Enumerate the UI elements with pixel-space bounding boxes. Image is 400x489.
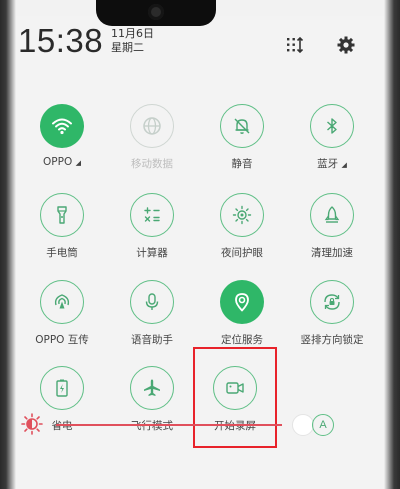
tile-mute[interactable]: 静音 bbox=[202, 104, 282, 171]
mute-toggle[interactable] bbox=[220, 104, 264, 148]
tile-calculator[interactable]: 计算器 bbox=[112, 193, 192, 260]
expand-triangle-icon[interactable]: ◢ bbox=[341, 161, 346, 169]
brightness-slider[interactable] bbox=[56, 424, 282, 426]
tile-label-voice-assistant: 语音助手 bbox=[131, 334, 173, 346]
tile-wifi[interactable]: OPPO ◢ bbox=[22, 104, 102, 168]
tile-airplane[interactable]: 飞行模式 bbox=[112, 366, 192, 433]
tile-label-rotation-lock: 竖排方向锁定 bbox=[300, 334, 364, 346]
date-day: 11月6日 bbox=[111, 27, 154, 40]
brightness-slider-thumb[interactable] bbox=[292, 414, 314, 436]
microphone-icon bbox=[145, 293, 159, 310]
date-weekday: 星期二 bbox=[111, 41, 144, 54]
airplane-icon bbox=[144, 379, 160, 396]
clock-time: 15:38 bbox=[18, 22, 104, 59]
share-signal-icon bbox=[54, 294, 70, 309]
tile-label-location: 定位服务 bbox=[221, 334, 263, 346]
voice-assistant-toggle[interactable] bbox=[130, 280, 174, 324]
tile-mobile-data[interactable]: 移动数据 bbox=[112, 104, 192, 171]
bell-off-icon bbox=[234, 118, 250, 134]
gear-icon[interactable] bbox=[335, 34, 357, 56]
auto-brightness-button[interactable]: A bbox=[312, 414, 334, 436]
highlight-box bbox=[193, 347, 277, 448]
expand-triangle-icon[interactable]: ◢ bbox=[76, 159, 81, 167]
mobile-data-toggle[interactable] bbox=[130, 104, 174, 148]
rotation-lock-toggle[interactable] bbox=[310, 280, 354, 324]
eye-comfort-icon bbox=[232, 205, 252, 225]
brightness-icon bbox=[20, 412, 44, 436]
tile-label-clean: 清理加速 bbox=[311, 247, 353, 259]
date-display: 11月6日 星期二 bbox=[111, 27, 154, 55]
tile-bluetooth[interactable]: 蓝牙 ◢ bbox=[292, 104, 372, 171]
tile-label-mobile-data: 移动数据 bbox=[131, 158, 173, 170]
wifi-toggle[interactable] bbox=[40, 104, 84, 148]
tile-oppo-share[interactable]: OPPO 互传 bbox=[22, 280, 102, 347]
tile-label-flashlight: 手电筒 bbox=[46, 247, 78, 259]
grid-edit-icon[interactable] bbox=[284, 34, 306, 56]
tile-label-mute: 静音 bbox=[231, 158, 253, 170]
flashlight-toggle[interactable] bbox=[40, 193, 84, 237]
tile-label-oppo-share: OPPO 互传 bbox=[35, 334, 89, 346]
night-mode-toggle[interactable] bbox=[220, 193, 264, 237]
power-saver-toggle[interactable] bbox=[40, 366, 84, 410]
tile-label-bluetooth: 蓝牙 bbox=[317, 158, 339, 170]
tile-location[interactable]: 定位服务 bbox=[202, 280, 282, 347]
location-pin-icon bbox=[235, 293, 249, 312]
tile-label-night-mode: 夜间护眼 bbox=[221, 247, 263, 259]
globe-icon bbox=[143, 117, 161, 135]
oppo-share-toggle[interactable] bbox=[40, 280, 84, 324]
flashlight-icon bbox=[57, 206, 67, 224]
bluetooth-icon bbox=[327, 118, 337, 134]
wifi-icon bbox=[52, 118, 72, 135]
bluetooth-toggle[interactable] bbox=[310, 104, 354, 148]
tile-label-calculator: 计算器 bbox=[136, 247, 168, 259]
tile-voice-assistant[interactable]: 语音助手 bbox=[112, 280, 192, 347]
phone-screen: 15:38 11月6日 星期二 OPPO ◢ 移动数据 静音 蓝牙 ◢ 手电筒 … bbox=[0, 0, 400, 489]
rocket-icon bbox=[324, 206, 340, 223]
calculator-icon bbox=[144, 207, 160, 222]
location-toggle[interactable] bbox=[220, 280, 264, 324]
clean-toggle[interactable] bbox=[310, 193, 354, 237]
tile-label-wifi: OPPO bbox=[43, 156, 73, 168]
calculator-toggle[interactable] bbox=[130, 193, 174, 237]
tile-night-mode[interactable]: 夜间护眼 bbox=[202, 193, 282, 260]
airplane-toggle[interactable] bbox=[130, 366, 174, 410]
battery-icon bbox=[56, 379, 68, 397]
tile-flashlight[interactable]: 手电筒 bbox=[22, 193, 102, 260]
tile-clean[interactable]: 清理加速 bbox=[292, 193, 372, 260]
front-camera bbox=[148, 4, 164, 20]
tile-rotation-lock[interactable]: 竖排方向锁定 bbox=[292, 280, 372, 347]
rotation-lock-icon bbox=[324, 294, 340, 310]
